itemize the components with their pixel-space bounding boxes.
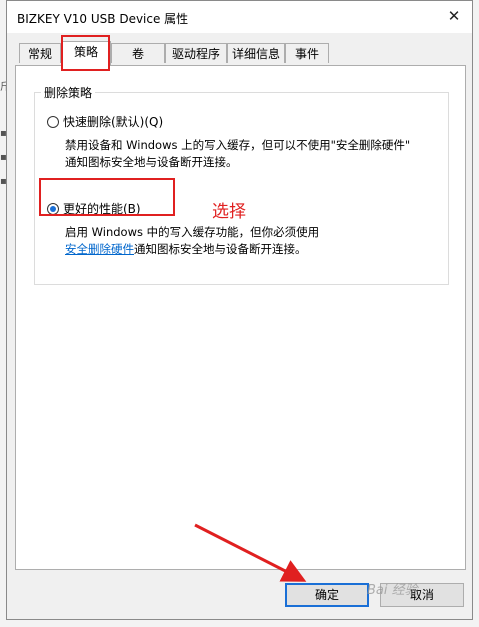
watermark-text: Bai 经验 (367, 583, 418, 598)
annotation-arrow (194, 523, 307, 582)
properties-dialog: BIZKEY V10 USB Device 属性 ✕ 常规 策略 卷 驱动程序 … (6, 0, 473, 620)
